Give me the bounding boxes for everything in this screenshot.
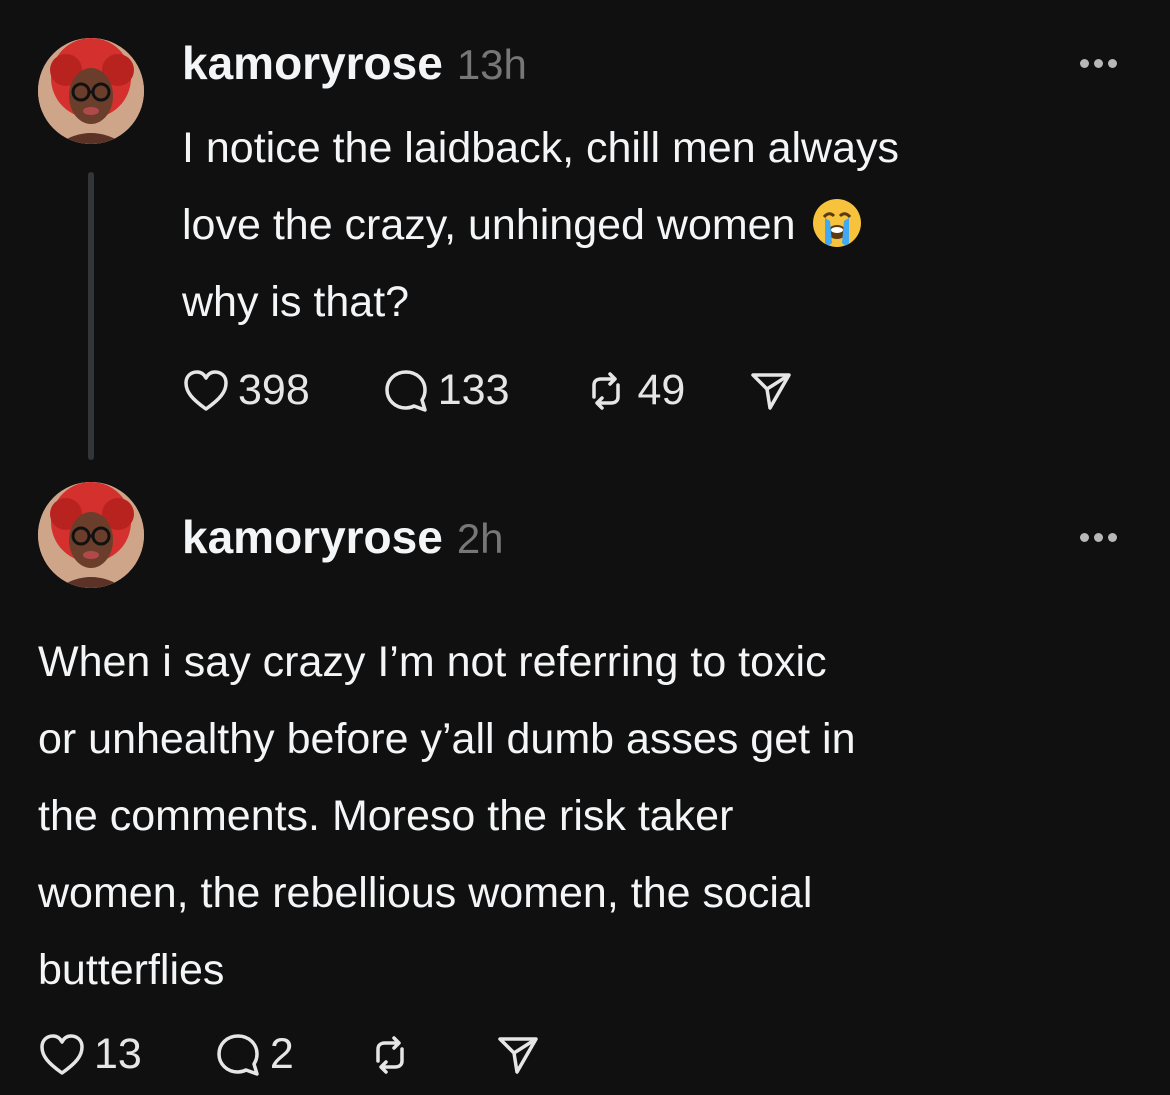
share-icon <box>494 1031 542 1079</box>
post-text-line-with-emoji: love the crazy, unhinged women <box>182 187 899 264</box>
post-text-line: When i say crazy I’m not referring to to… <box>38 638 827 686</box>
repost-button[interactable]: 49 <box>582 366 686 415</box>
heart-icon <box>38 1032 86 1078</box>
post-actions: 13 2 <box>38 1030 542 1079</box>
loudly-crying-face-icon <box>811 197 863 249</box>
post-time: 13h <box>456 41 527 88</box>
post-header: kamoryrose 2h <box>182 510 504 564</box>
username[interactable]: kamoryrose <box>182 510 443 564</box>
comment-button[interactable]: 133 <box>382 366 510 415</box>
heart-icon <box>182 368 230 414</box>
post-text: I notice the laidback, chill men always … <box>182 110 899 341</box>
post-header: kamoryrose 13h <box>182 36 527 90</box>
comment-count: 2 <box>269 1030 294 1078</box>
post-actions: 398 133 49 <box>182 366 795 415</box>
repost-count: 49 <box>637 366 686 414</box>
share-button[interactable] <box>747 367 795 415</box>
more-options-icon[interactable] <box>1080 56 1120 70</box>
like-button[interactable]: 13 <box>38 1030 142 1079</box>
more-options-icon[interactable] <box>1080 530 1120 544</box>
thread-line <box>88 172 94 460</box>
repost-icon <box>582 367 630 415</box>
comment-count: 133 <box>437 366 510 414</box>
post-text-line: the comments. Moreso the risk taker <box>38 792 734 840</box>
like-count: 13 <box>94 1030 142 1078</box>
post-text-line: or unhealthy before y’all dumb asses get… <box>38 715 856 763</box>
username[interactable]: kamoryrose <box>182 36 443 90</box>
post-text-line: women, the rebellious women, the social <box>38 869 813 917</box>
post-text-line: why is that? <box>182 278 410 326</box>
share-icon <box>747 367 795 415</box>
like-count: 398 <box>238 366 310 414</box>
repost-icon <box>366 1031 414 1079</box>
avatar[interactable] <box>38 482 144 588</box>
repost-button[interactable] <box>366 1031 414 1079</box>
post-text-line: butterflies <box>38 946 225 994</box>
comment-icon <box>214 1031 262 1079</box>
avatar[interactable] <box>38 38 144 144</box>
comment-button[interactable]: 2 <box>214 1030 294 1079</box>
share-button[interactable] <box>494 1031 542 1079</box>
post-text-line: love the crazy, unhinged women <box>182 201 796 249</box>
post-time: 2h <box>456 515 504 562</box>
post-text: When i say crazy I’m not referring to to… <box>38 624 855 1009</box>
post-text-line: I notice the laidback, chill men always <box>182 124 900 172</box>
like-button[interactable]: 398 <box>182 366 310 415</box>
comment-icon <box>382 367 430 415</box>
